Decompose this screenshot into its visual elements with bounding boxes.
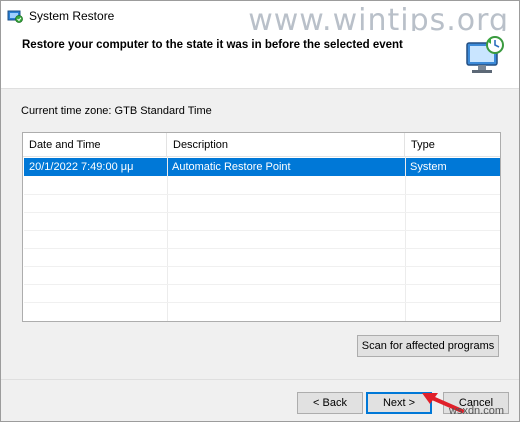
timezone-label: Current time zone: GTB Standard Time [21, 105, 212, 117]
grid-divider [24, 266, 500, 267]
restore-points-list[interactable]: Date and Time ⌄ Description Type 20/1/20… [22, 132, 501, 322]
column-label: Description [173, 139, 229, 151]
system-restore-icon [7, 10, 23, 23]
site-watermark: wsxdn.com [449, 405, 505, 417]
column-header-description[interactable]: Description [167, 133, 405, 157]
grid-divider [24, 248, 500, 249]
restore-computer-icon [466, 36, 504, 73]
list-header: Date and Time ⌄ Description Type [23, 133, 500, 157]
grid-divider [24, 284, 500, 285]
footer-divider [1, 379, 519, 380]
grid-divider [24, 194, 500, 195]
column-label: Type [411, 139, 435, 151]
list-item[interactable]: 20/1/2022 7:49:00 μμ Automatic Restore P… [24, 158, 500, 176]
window-title: System Restore [29, 9, 115, 23]
grid-divider [24, 212, 500, 213]
back-button[interactable]: < Back [297, 392, 363, 414]
column-header-date[interactable]: Date and Time ⌄ [23, 133, 167, 157]
column-label: Date and Time [29, 139, 101, 151]
column-header-type[interactable]: Type [405, 133, 500, 157]
scan-affected-programs-button[interactable]: Scan for affected programs [357, 335, 499, 357]
header-band: Restore your computer to the state it wa… [1, 31, 519, 89]
title-bar: System Restore www.wintips.org [1, 1, 519, 38]
system-restore-window: System Restore www.wintips.org Restore y… [0, 0, 520, 422]
grid-divider [24, 230, 500, 231]
cell-date: 20/1/2022 7:49:00 μμ [29, 161, 134, 173]
grid-divider [167, 157, 168, 321]
sort-chevron-icon: ⌄ [92, 138, 99, 147]
page-title: Restore your computer to the state it wa… [22, 39, 403, 51]
grid-divider [24, 302, 500, 303]
cell-description: Automatic Restore Point [172, 161, 291, 173]
cell-type: System [410, 161, 447, 173]
grid-divider [405, 157, 406, 321]
